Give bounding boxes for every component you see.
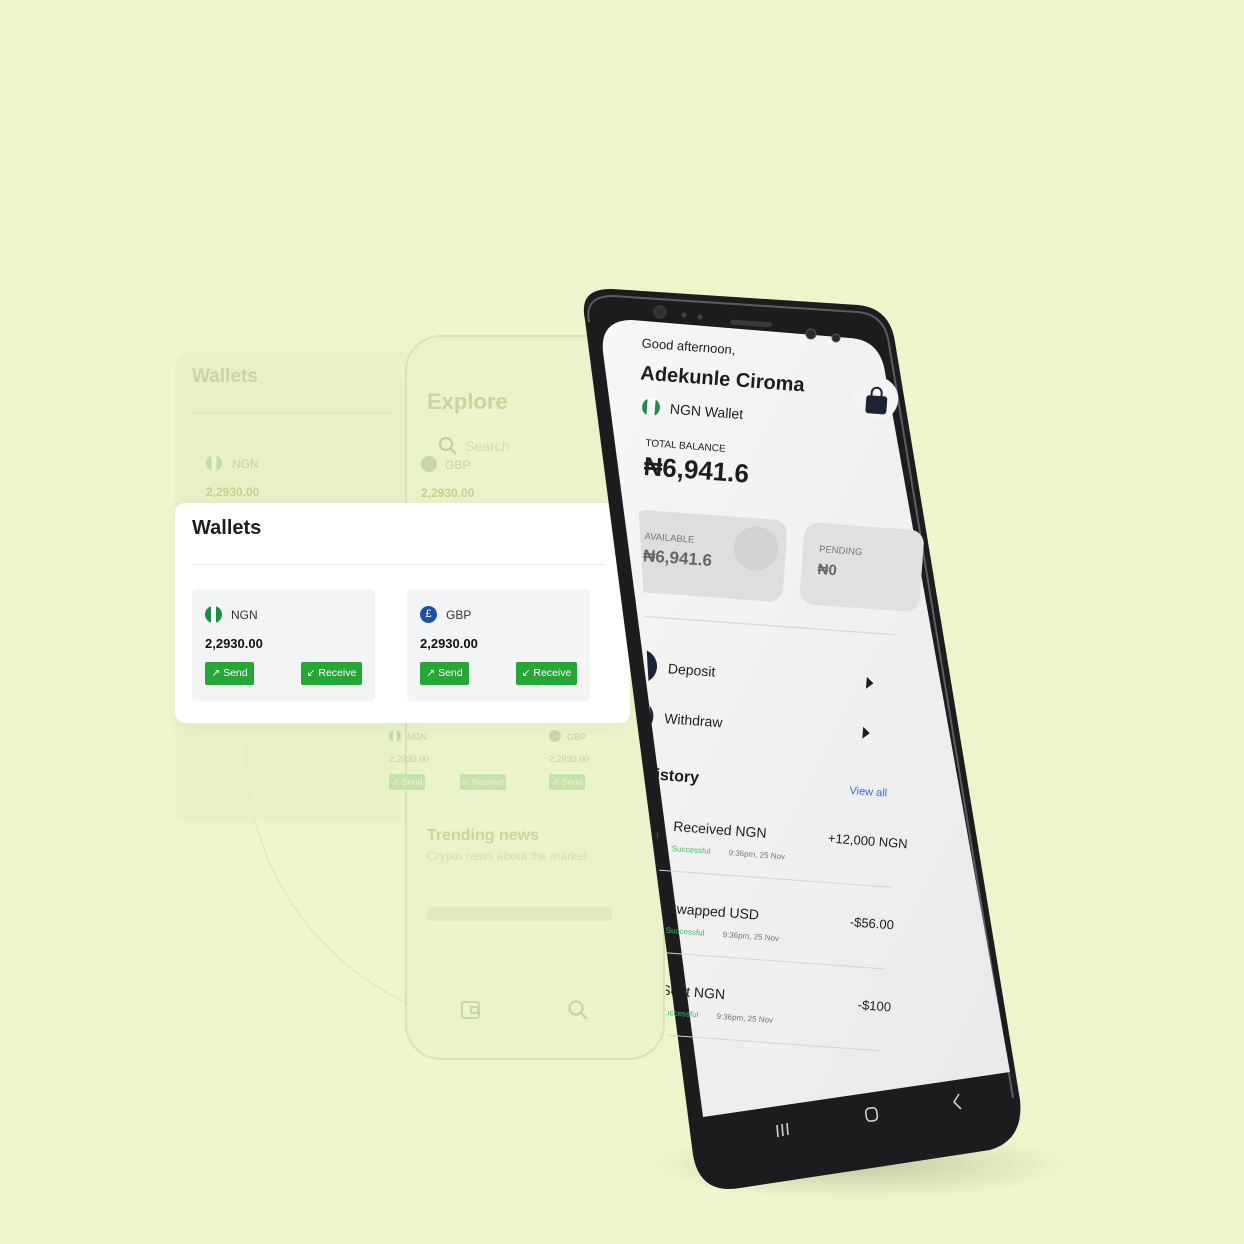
explore-title: Explore <box>427 389 508 414</box>
back-wallets-title: Wallets <box>192 366 258 387</box>
wallet-icon[interactable] <box>460 999 482 1021</box>
chevron-right-icon <box>862 726 870 739</box>
nigeria-flag-icon <box>205 606 222 623</box>
ghost-receive-button: ↙ Receive <box>460 774 506 790</box>
row2-left-currency: NGN <box>407 732 427 742</box>
wallet-amount: 2,2930.00 <box>205 636 263 651</box>
camera-icon <box>653 305 667 319</box>
back-icon[interactable] <box>952 1093 962 1110</box>
divider <box>192 412 392 414</box>
send-button[interactable]: ↗ Send <box>205 662 254 685</box>
transaction-status: Successful <box>659 1008 698 1020</box>
transaction-amount: -$56.00 <box>849 914 894 932</box>
divider <box>192 564 605 565</box>
view-all-link[interactable]: View all <box>849 785 887 800</box>
transaction-amount: -$100 <box>857 997 891 1014</box>
home-icon[interactable] <box>864 1106 879 1122</box>
pending-card <box>800 522 924 612</box>
explore-search-input[interactable]: Search <box>465 438 509 454</box>
news-placeholder <box>427 907 612 921</box>
wallet-tile-gbp[interactable]: £ GBP 2,2930.00 ↗ Send ↙ Receive <box>407 589 590 701</box>
row2-left-amount: 2,2930.00 <box>389 754 430 764</box>
ghost-send-button: ↗ Send <box>549 774 585 790</box>
back-wallet-amount: 2,2930.00 <box>206 485 260 499</box>
pound-icon <box>549 730 561 742</box>
trending-title: Trending news <box>427 827 540 844</box>
back-wallet-currency: NGN <box>232 457 259 471</box>
pending-value: ₦0 <box>817 561 837 579</box>
pound-icon <box>421 456 437 472</box>
wallets-card: Wallets NGN 2,2930.00 ↗ Send ↙ Receive £… <box>175 503 630 723</box>
explore-amount: 2,2930.00 <box>421 486 475 500</box>
bag-icon[interactable] <box>853 375 900 422</box>
search-icon <box>439 437 457 455</box>
wallet-currency: GBP <box>446 608 472 622</box>
wallet-tile-ngn[interactable]: NGN 2,2930.00 ↗ Send ↙ Receive <box>192 589 375 701</box>
ghost-send-button: ↗ Send <box>389 774 425 790</box>
trending-subtitle: Crypto news about the market <box>427 849 588 863</box>
pound-icon: £ <box>420 606 437 623</box>
search-icon[interactable] <box>567 999 589 1021</box>
explore-currency: GBP <box>445 458 471 472</box>
receive-button[interactable]: ↙ Receive <box>516 662 577 685</box>
transaction-time: 9:36pm, 25 Nov <box>716 1012 773 1025</box>
wallets-title: Wallets <box>192 517 262 539</box>
pending-label: PENDING <box>819 544 863 558</box>
wallet-amount: 2,2930.00 <box>420 636 478 651</box>
send-button[interactable]: ↗ Send <box>420 662 469 685</box>
row2-right-currency: GBP <box>567 732 587 742</box>
receive-button[interactable]: ↙ Receive <box>301 662 362 685</box>
transaction-amount: +12,000 NGN <box>827 830 908 851</box>
wallet-currency: NGN <box>231 608 258 622</box>
wallet-name[interactable]: NGN Wallet <box>669 401 743 422</box>
phone-shadow <box>650 1130 1070 1200</box>
nigeria-flag-icon <box>206 455 222 471</box>
chevron-right-icon <box>865 676 874 689</box>
row2-right-amount: 2,2930.00 <box>549 754 590 764</box>
nigeria-flag-icon <box>389 730 401 742</box>
